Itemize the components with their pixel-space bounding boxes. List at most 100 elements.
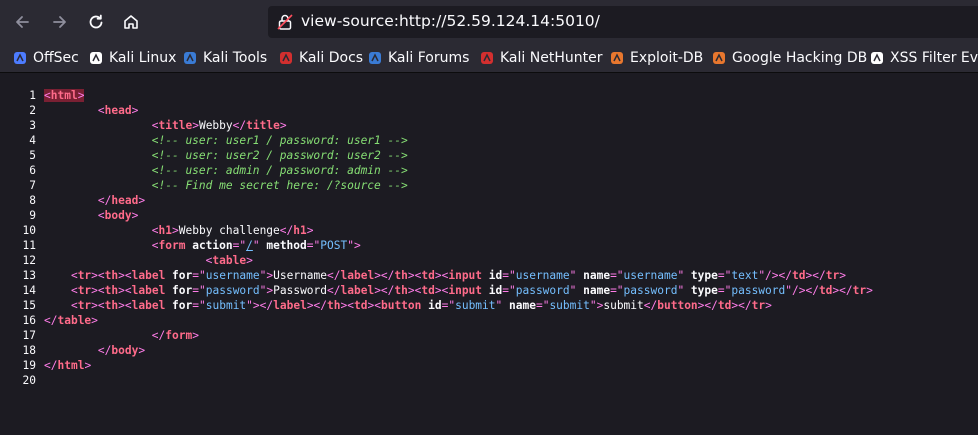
code-token: table bbox=[57, 314, 92, 327]
bookmark-label: Kali Linux bbox=[109, 50, 177, 66]
code-token: </ bbox=[44, 329, 166, 342]
code-token: > bbox=[138, 194, 146, 207]
code-token: < bbox=[44, 89, 51, 102]
line-code: <tr><th><label for="password">Password</… bbox=[44, 283, 873, 298]
code-token: id bbox=[482, 269, 503, 282]
code-token: body bbox=[104, 209, 132, 222]
bookmark-google-hacking-db[interactable]: Google Hacking DB bbox=[711, 48, 867, 68]
code-token: "> bbox=[259, 284, 274, 297]
bookmark-offsec[interactable]: OffSec bbox=[12, 48, 79, 68]
source-line: 1 <html> bbox=[0, 88, 978, 103]
code-token: label bbox=[273, 299, 307, 312]
code-token: < bbox=[44, 254, 213, 267]
code-token: > bbox=[192, 329, 199, 342]
code-token: action bbox=[185, 239, 233, 252]
line-number: 19 bbox=[22, 359, 36, 372]
bookmark-kali-tools[interactable]: Kali Tools bbox=[182, 48, 267, 68]
url-text[interactable]: view-source:http://52.59.124.14:5010/ bbox=[301, 12, 600, 30]
code-token: > bbox=[279, 119, 287, 132]
code-token: >< bbox=[118, 299, 132, 312]
bookmark-kali-forums[interactable]: Kali Forums bbox=[367, 48, 469, 68]
code-token: tr bbox=[77, 299, 92, 312]
code-token: submit bbox=[549, 299, 590, 312]
code-token: for bbox=[165, 299, 193, 312]
code-token: html bbox=[57, 359, 85, 372]
code-token: title bbox=[246, 119, 280, 132]
line-number: 14 bbox=[22, 284, 36, 297]
code-token: =" bbox=[535, 299, 550, 312]
code-token: < bbox=[44, 239, 159, 252]
nethunter-icon bbox=[479, 50, 495, 66]
line-code: </body> bbox=[44, 343, 145, 358]
code-token: ></ bbox=[731, 299, 752, 312]
address-bar[interactable]: view-source:http://52.59.124.14:5010/ bbox=[268, 6, 978, 38]
code-token: for bbox=[165, 284, 193, 297]
code-token[interactable]: / bbox=[246, 239, 253, 252]
code-token: </ bbox=[327, 269, 341, 282]
code-token: tr bbox=[77, 284, 92, 297]
source-line: 14 <tr><th><label for="password">Passwor… bbox=[0, 283, 978, 298]
code-token: <!-- user: user1 / password: user1 --> bbox=[44, 134, 408, 147]
bookmark-xss-filter-eva[interactable]: XSS Filter Eva bbox=[869, 48, 978, 68]
code-token: > bbox=[131, 104, 139, 117]
code-token: Webby bbox=[198, 119, 233, 132]
code-token: submit bbox=[455, 299, 496, 312]
code-token: title bbox=[158, 119, 193, 132]
code-token: label bbox=[131, 269, 166, 282]
line-number: 9 bbox=[29, 209, 36, 222]
code-token: <!-- Find me secret here: /?source --> bbox=[44, 179, 408, 192]
code-token: td bbox=[792, 269, 806, 282]
page-info-icon[interactable] bbox=[276, 13, 294, 31]
code-token: >< bbox=[91, 284, 105, 297]
code-token: >< bbox=[367, 299, 381, 312]
code-token: < bbox=[44, 284, 78, 297]
bookmark-kali-docs[interactable]: Kali Docs bbox=[278, 48, 363, 68]
bookmark-kali-nethunter[interactable]: Kali NetHunter bbox=[479, 48, 602, 68]
code-token: > bbox=[131, 209, 139, 222]
source-line: 12 <table> bbox=[0, 253, 978, 268]
line-number: 6 bbox=[29, 164, 36, 177]
code-token: for bbox=[165, 269, 193, 282]
reload-icon[interactable] bbox=[82, 8, 110, 36]
code-token: button bbox=[380, 299, 422, 312]
code-token: > bbox=[77, 89, 85, 102]
code-token: type bbox=[684, 269, 718, 282]
home-icon[interactable] bbox=[117, 8, 145, 36]
source-line: 20 bbox=[0, 373, 978, 388]
bookmark-kali-linux[interactable]: Kali Linux bbox=[88, 48, 176, 68]
code-token: < bbox=[44, 119, 159, 132]
code-token: type bbox=[684, 284, 718, 297]
code-token: label bbox=[340, 284, 375, 297]
code-token: name bbox=[576, 284, 611, 297]
line-number: 10 bbox=[22, 224, 36, 237]
code-token: th bbox=[104, 284, 119, 297]
code-token: th bbox=[327, 299, 341, 312]
code-token: </ bbox=[44, 359, 58, 372]
line-code: <!-- user: user1 / password: user1 --> bbox=[44, 133, 408, 148]
bookmark-label: XSS Filter Eva bbox=[890, 50, 978, 66]
offsec-icon bbox=[12, 50, 28, 66]
line-code: <title>Webby</title> bbox=[44, 118, 287, 133]
code-token: password bbox=[515, 284, 570, 297]
code-token: >< bbox=[340, 299, 354, 312]
bookmark-exploit-db[interactable]: Exploit-DB bbox=[609, 48, 703, 68]
bookmark-label: Kali NetHunter bbox=[500, 50, 603, 66]
code-token: >< bbox=[407, 269, 422, 282]
source-line: 17 </form> bbox=[0, 328, 978, 343]
code-token: ></ bbox=[374, 269, 395, 282]
code-token: html bbox=[50, 89, 78, 102]
code-token: </ bbox=[232, 119, 247, 132]
code-token: tr bbox=[77, 269, 92, 282]
forward-icon[interactable] bbox=[46, 8, 74, 36]
code-token: h1 bbox=[293, 224, 307, 237]
code-token: id bbox=[421, 299, 442, 312]
line-code: <form action="/" method="POST"> bbox=[44, 238, 361, 253]
line-code: <!-- Find me secret here: /?source --> bbox=[44, 178, 408, 193]
line-number: 17 bbox=[22, 329, 36, 342]
code-token: input bbox=[448, 284, 483, 297]
code-token: =" bbox=[192, 269, 206, 282]
back-icon[interactable] bbox=[8, 8, 36, 36]
code-token: password bbox=[623, 284, 678, 297]
code-token: "> bbox=[347, 239, 361, 252]
code-token: td bbox=[354, 299, 368, 312]
